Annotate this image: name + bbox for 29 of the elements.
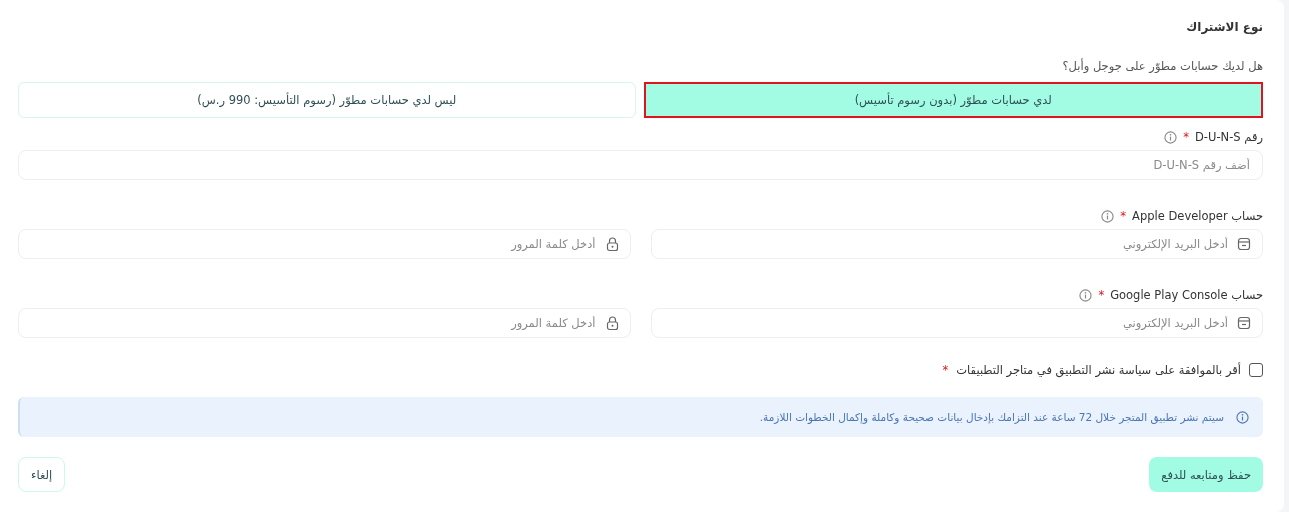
lock-icon bbox=[605, 236, 619, 252]
alert-icon bbox=[1236, 410, 1249, 424]
option-button[interactable]: ليس لدي حسابات مطوّر (رسوم التأسيس: 990 ر.س) bbox=[18, 82, 636, 118]
info-icon bbox=[1079, 288, 1093, 302]
calendar-icon bbox=[1237, 237, 1251, 251]
email-field[interactable]: أدخل البريد الإلكتروني bbox=[650, 308, 1263, 338]
required-mark: * bbox=[1183, 130, 1189, 144]
password-field[interactable]: أدخل كلمة المرور bbox=[18, 308, 631, 338]
save-button[interactable]: حفظ ومتابعه للدفع bbox=[1149, 457, 1263, 492]
required-mark: * bbox=[942, 363, 949, 377]
option-button[interactable]: لدي حسابات مطوّر (بدون رسوم تأسيس) bbox=[643, 82, 1263, 118]
notice-text: سيتم نشر تطبيق المتجر خلال 72 ساعة عند التزامك بإدخال بيانات صحيحة وكاملة وإكمال الخطوات اللازمة. bbox=[759, 411, 1224, 423]
email-field[interactable]: أدخل البريد الإلكتروني bbox=[650, 229, 1263, 259]
field-label: رقم D-U-N-S bbox=[1195, 130, 1263, 144]
checkbox[interactable] bbox=[1249, 363, 1263, 377]
password-field[interactable]: أدخل كلمة المرور bbox=[18, 229, 631, 259]
lock-icon bbox=[605, 315, 619, 331]
info-icon bbox=[1164, 130, 1178, 144]
duns-field[interactable]: أضف رقم D-U-N-S bbox=[18, 150, 1263, 180]
info-icon bbox=[1101, 209, 1115, 223]
section-title: نوع الاشتراك bbox=[1185, 20, 1263, 34]
calendar-icon bbox=[1237, 316, 1251, 330]
field-label: حساب Apple Developer bbox=[1132, 209, 1263, 223]
required-mark: * bbox=[1098, 288, 1105, 302]
required-mark: * bbox=[1120, 209, 1127, 223]
question-label: هل لديك حسابات مطوّر على جوجل وأبل؟ bbox=[1061, 59, 1263, 73]
cancel-button[interactable]: إلغاء bbox=[18, 457, 66, 492]
field-label: حساب Google Play Console bbox=[1110, 288, 1263, 302]
agreement-label: أقر بالموافقة على سياسة نشر التطبيق في متاجر التطبيقات bbox=[956, 363, 1241, 377]
